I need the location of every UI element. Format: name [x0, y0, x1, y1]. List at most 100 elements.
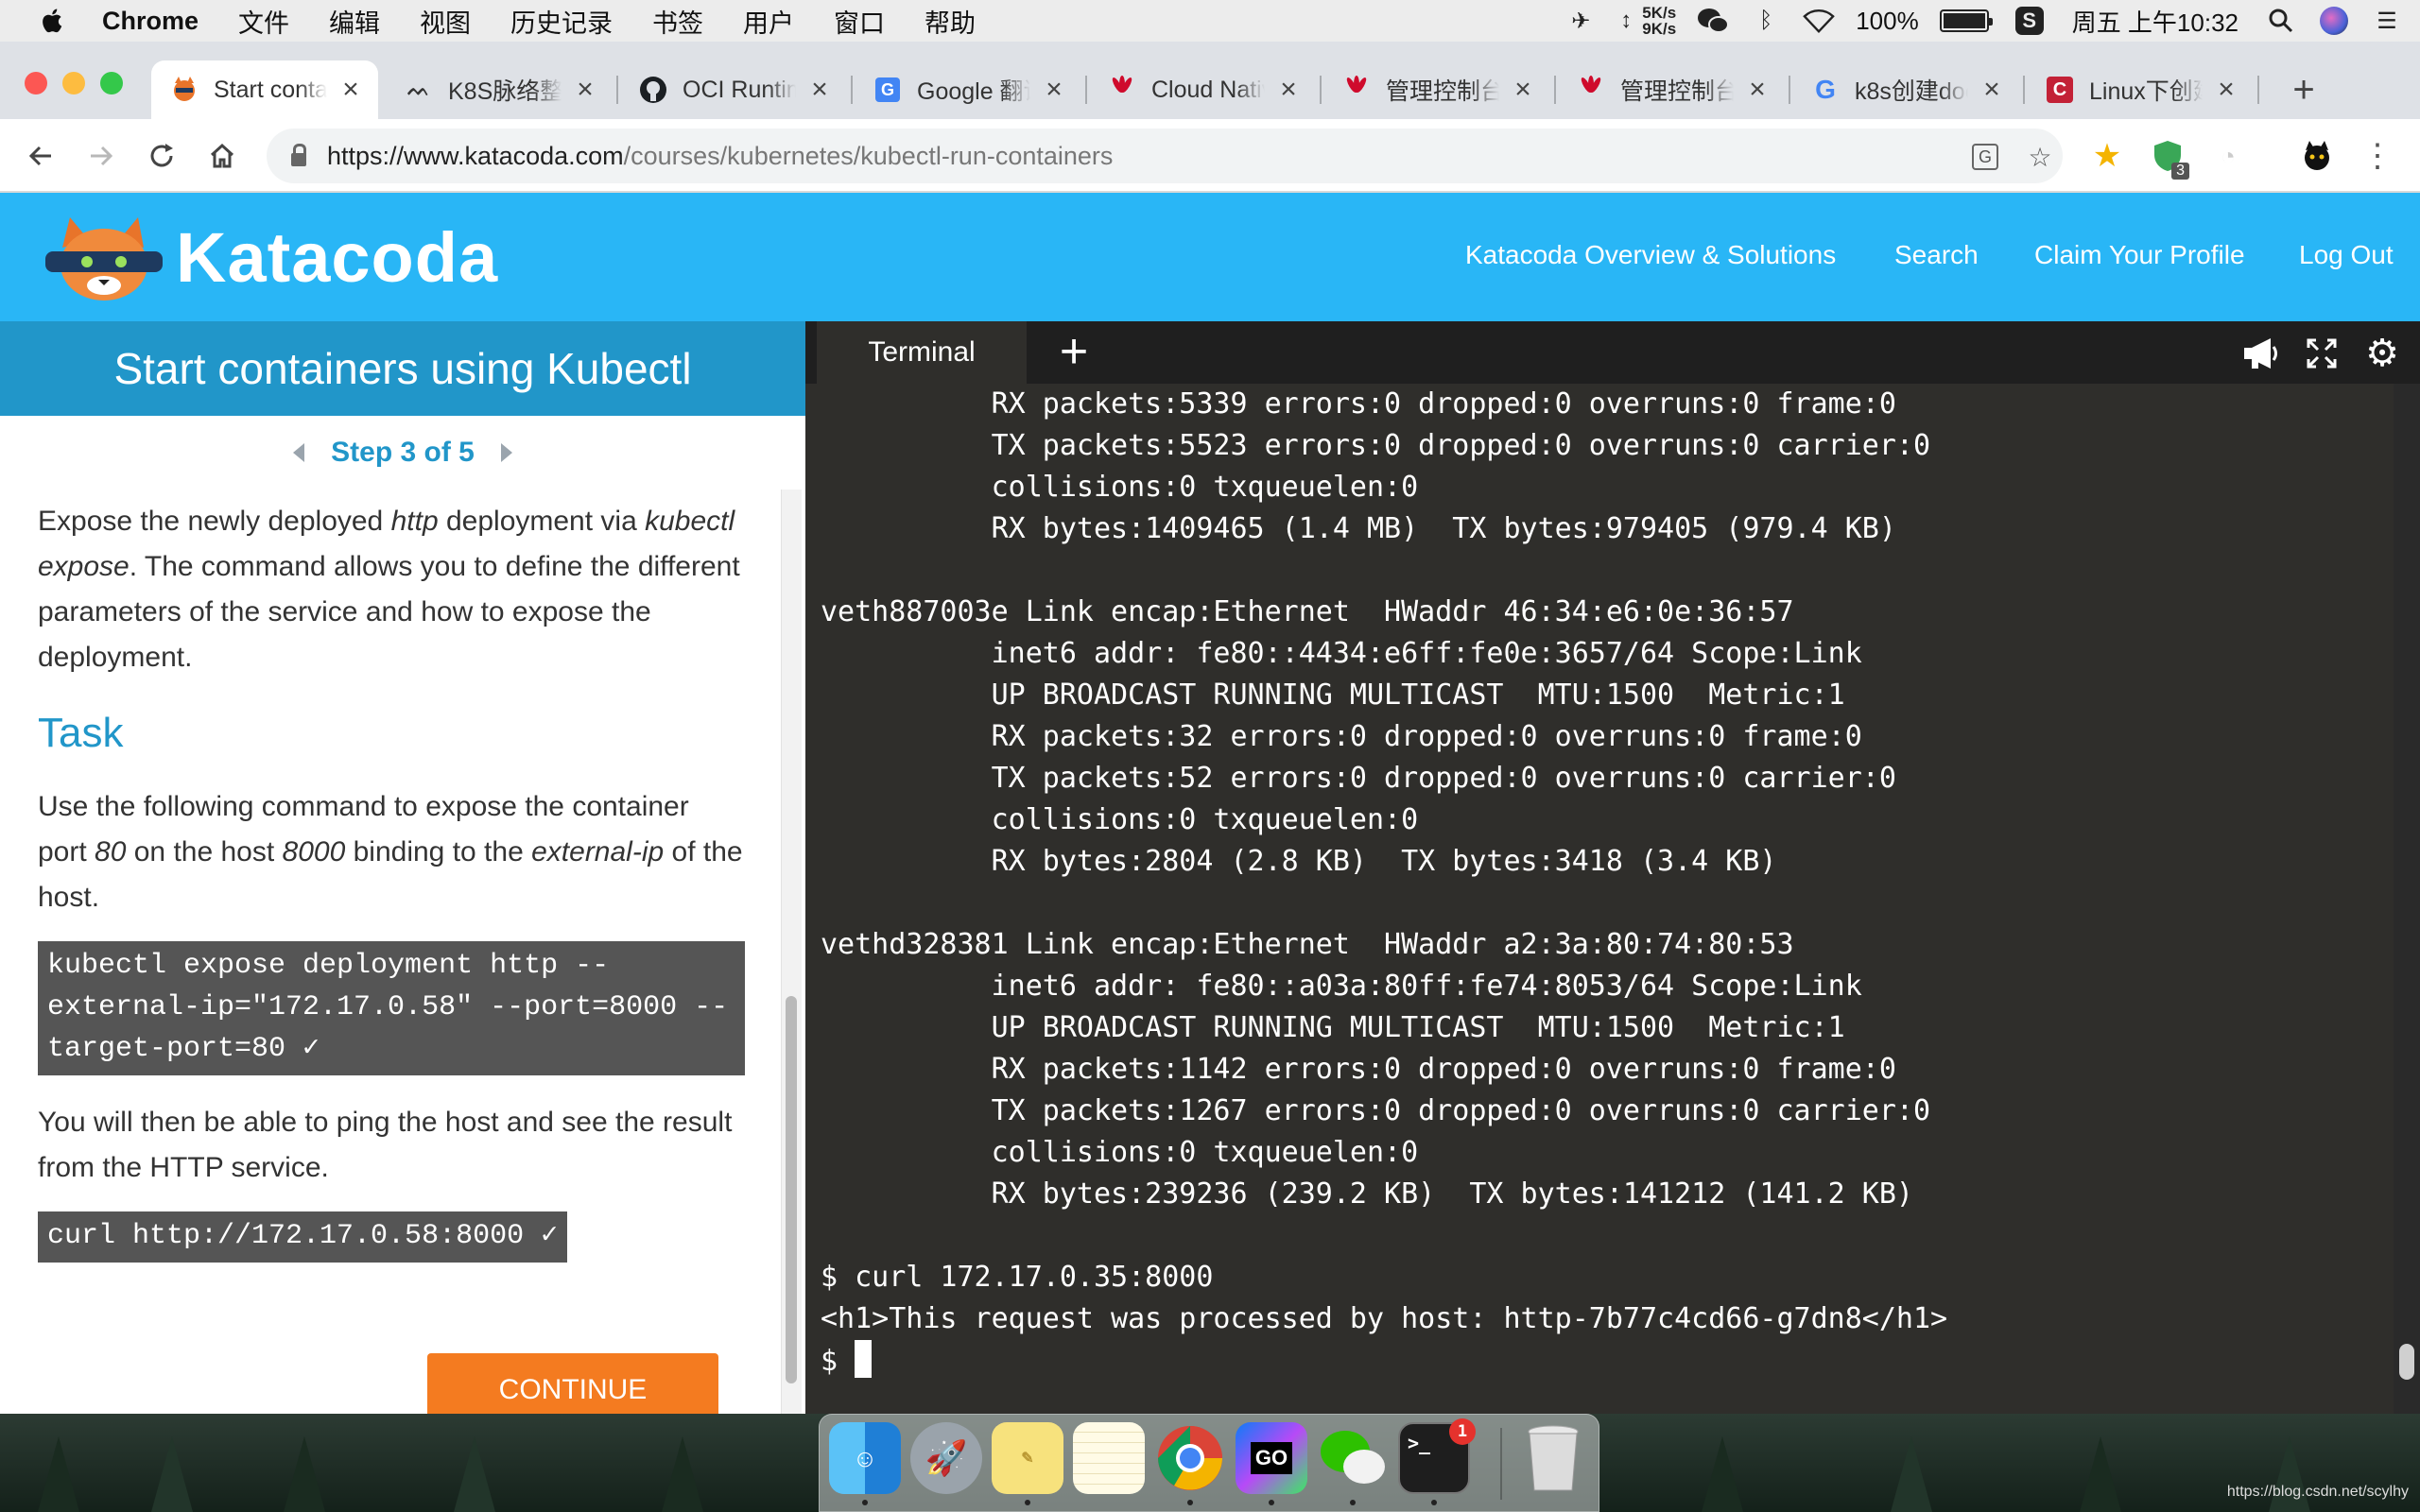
add-terminal-button[interactable]: +	[1047, 324, 1100, 379]
bluetooth-icon[interactable]: ᛒ	[1750, 7, 1782, 35]
fullscreen-icon[interactable]	[2303, 335, 2341, 372]
nav-log-out[interactable]: Log Out	[2299, 240, 2394, 270]
menu-people[interactable]: 用户	[743, 3, 794, 40]
menu-history[interactable]: 历史记录	[510, 3, 613, 40]
tab-close-icon[interactable]: ×	[1509, 74, 1537, 105]
tab-console-1[interactable]: 管理控制台 ×	[1323, 60, 1550, 119]
dock-launchpad-icon[interactable]: 🚀	[910, 1422, 982, 1494]
tab-linux-create[interactable]: C Linux下创建 ×	[2027, 60, 2254, 119]
megaphone-icon[interactable]	[2242, 335, 2280, 372]
wifi-icon[interactable]	[1803, 7, 1835, 35]
tab-close-icon[interactable]: ×	[1978, 74, 2006, 105]
curl-command-code[interactable]: curl http://172.17.0.58:8000 ✓	[38, 1211, 568, 1263]
tab-close-icon[interactable]: ×	[337, 74, 365, 105]
google-translate-icon: G	[873, 76, 902, 104]
expose-command-code[interactable]: kubectl expose deployment http --externa…	[38, 941, 745, 1075]
new-tab-button[interactable]: +	[2282, 68, 2325, 112]
dock-goland-icon[interactable]: GO	[1236, 1422, 1307, 1494]
lock-icon[interactable]	[291, 144, 306, 166]
settings-gear-icon[interactable]: ⚙	[2363, 333, 2401, 374]
tab-start-containers[interactable]: Start containers using Kubectl ×	[151, 60, 378, 119]
google-icon: G	[1815, 75, 1836, 104]
tab-console-2[interactable]: 管理控制台 ×	[1558, 60, 1785, 119]
menu-help[interactable]: 帮助	[925, 3, 976, 40]
wechat-icon[interactable]	[1697, 7, 1730, 35]
menu-app-name[interactable]: Chrome	[102, 7, 199, 36]
spotlight-search-icon[interactable]	[2265, 7, 2297, 35]
terminal-tab[interactable]: Terminal	[817, 321, 1027, 384]
macos-dock: ☺ 🚀 ✎ GO >_ 1	[819, 1414, 1599, 1512]
terminal-output[interactable]: RX packets:5339 errors:0 dropped:0 overr…	[821, 384, 2390, 1414]
terminal-tab-bar: Terminal + ⚙	[805, 321, 2420, 384]
profile-avatar[interactable]	[2293, 132, 2341, 180]
next-step-icon[interactable]	[500, 443, 512, 462]
home-button[interactable]	[199, 132, 246, 180]
reload-button[interactable]	[138, 132, 185, 180]
scenario-scrollbar[interactable]	[781, 490, 802, 1414]
battery-icon[interactable]	[1939, 9, 1993, 32]
terminal-scrollbar-thumb[interactable]	[2399, 1344, 2414, 1380]
task-heading: Task	[38, 710, 124, 756]
previous-step-icon[interactable]	[293, 443, 305, 462]
tab-title: Cloud Native	[1151, 76, 1265, 103]
tab-close-icon[interactable]: ×	[1274, 74, 1303, 105]
dock-stickies-icon[interactable]: ✎	[992, 1422, 1063, 1494]
tab-k8s-notes[interactable]: ᨓ K8S脉络整理 ×	[386, 60, 613, 119]
window-close-button[interactable]	[25, 72, 47, 94]
menu-edit[interactable]: 编辑	[329, 3, 380, 40]
step-indicator: Step 3 of 5	[331, 437, 475, 468]
nav-overview-solutions[interactable]: Katacoda Overview & Solutions	[1465, 240, 1836, 270]
tab-close-icon[interactable]: ×	[1040, 74, 1068, 105]
wallpaper-tree	[454, 1436, 495, 1512]
chrome-menu-icon[interactable]: ⋮	[2354, 132, 2401, 180]
menu-view[interactable]: 视图	[420, 3, 471, 40]
dock-chrome-icon[interactable]	[1154, 1422, 1226, 1494]
running-indicator	[1269, 1500, 1274, 1505]
terminal-scrollbar[interactable]	[2394, 384, 2420, 1414]
terminal-cursor	[855, 1340, 873, 1378]
katacoda-mascot-logo[interactable]	[38, 212, 170, 306]
dock-terminal-icon[interactable]: >_ 1	[1398, 1418, 1476, 1494]
dock-notes-icon[interactable]	[1073, 1422, 1145, 1494]
menu-window[interactable]: 窗口	[834, 3, 885, 40]
scrollbar-thumb[interactable]	[786, 996, 797, 1383]
tab-google-translate[interactable]: G Google 翻译 ×	[855, 60, 1081, 119]
back-button[interactable]	[17, 132, 64, 180]
window-zoom-button[interactable]	[100, 72, 123, 94]
siri-icon[interactable]	[2318, 7, 2350, 35]
translate-page-icon[interactable]: G	[1968, 140, 2002, 174]
tab-close-icon[interactable]: ×	[571, 74, 599, 105]
tab-cloud-native[interactable]: Cloud Native ×	[1089, 60, 1316, 119]
extension-bookmarks-icon[interactable]: ★	[2083, 132, 2131, 180]
dock-trash-icon[interactable]	[1517, 1422, 1589, 1494]
address-bar[interactable]: https://www.katacoda.com/courses/kuberne…	[267, 129, 2063, 183]
extension-speed-icon[interactable]: ◔	[2204, 132, 2252, 180]
extension-shield-icon[interactable]: 3	[2144, 132, 2191, 180]
result-paragraph: You will then be able to ping the host a…	[38, 1107, 733, 1183]
apple-icon[interactable]	[38, 6, 68, 36]
input-method-icon[interactable]: S	[2014, 7, 2046, 35]
dock-wechat-icon[interactable]	[1317, 1422, 1389, 1494]
url-text[interactable]: https://www.katacoda.com/courses/kuberne…	[327, 142, 1113, 171]
menu-file[interactable]: 文件	[238, 3, 289, 40]
continue-button[interactable]: CONTINUE	[427, 1353, 718, 1414]
tab-close-icon[interactable]: ×	[2212, 74, 2240, 105]
notification-center-icon[interactable]: ☰	[2371, 7, 2403, 35]
bookmark-star-icon[interactable]: ☆	[2023, 140, 2057, 174]
menu-bookmarks[interactable]: 书签	[652, 3, 703, 40]
tab-close-icon[interactable]: ×	[1743, 74, 1772, 105]
tab-k8s-docker[interactable]: G k8s创建docker ×	[1792, 60, 2019, 119]
forward-button[interactable]	[78, 132, 125, 180]
dock-finder-icon[interactable]: ☺	[829, 1422, 901, 1494]
scenario-panel: Start containers using Kubectl Step 3 of…	[0, 321, 805, 1414]
katacoda-brand[interactable]: Katacoda	[176, 217, 498, 298]
menu-clock[interactable]: 周五 上午10:32	[2072, 4, 2238, 39]
tab-close-icon[interactable]: ×	[805, 74, 834, 105]
tab-oci-runtime[interactable]: OCI Runtime ×	[620, 60, 847, 119]
window-minimize-button[interactable]	[62, 72, 85, 94]
nav-search[interactable]: Search	[1894, 240, 1979, 270]
vpn-icon[interactable]: ✈	[1564, 7, 1597, 35]
tab-separator	[1554, 76, 1556, 104]
nav-claim-profile[interactable]: Claim Your Profile	[2034, 240, 2245, 270]
